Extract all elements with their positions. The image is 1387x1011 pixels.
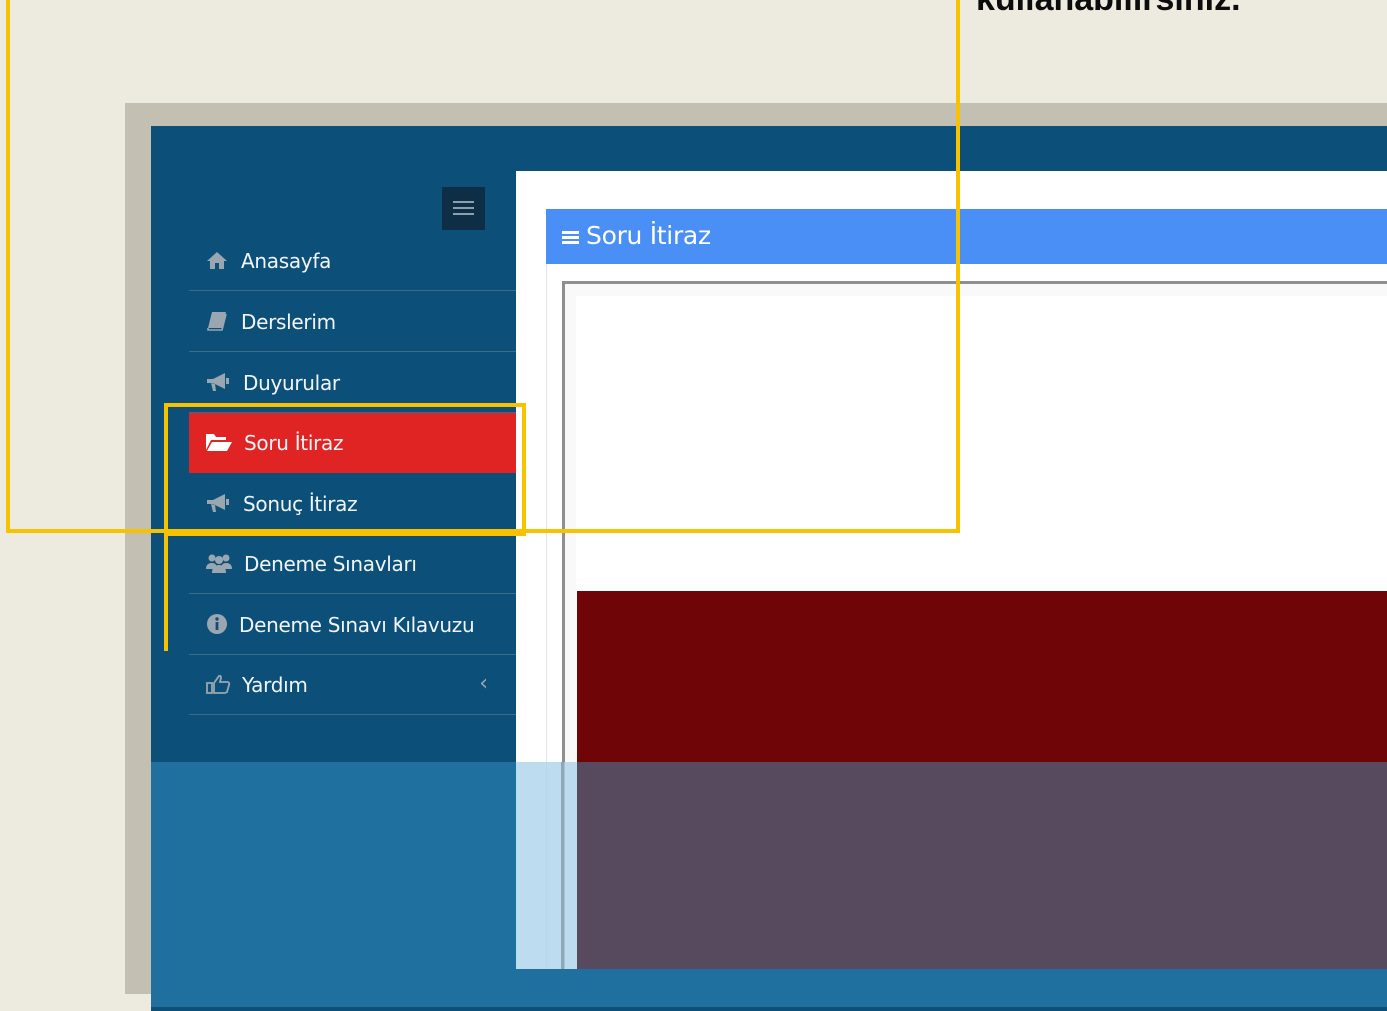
users-icon xyxy=(205,551,232,575)
hand-pointer-icon xyxy=(205,672,231,696)
sidebar-item-deneme-sinavlari[interactable]: Deneme Sınavları xyxy=(189,534,516,594)
caption-text: kullanabilirsiniz. xyxy=(976,0,1241,18)
info-circle-icon xyxy=(205,612,229,636)
sidebar-item-label: Deneme Sınavları xyxy=(244,552,417,576)
bottom-overlay-divider xyxy=(561,762,564,969)
sidebar-item-deneme-sinavi-kilavuzu[interactable]: Deneme Sınavı Kılavuzu xyxy=(189,595,516,655)
bottom-overlay-dark xyxy=(577,762,1387,969)
highlight-connector-line xyxy=(164,532,168,651)
sidebar-item-label: Deneme Sınavı Kılavuzu xyxy=(239,613,475,637)
sidebar-item-yardim[interactable]: Yardım ‹ xyxy=(189,655,516,715)
highlight-menu-box xyxy=(164,403,526,536)
chevron-left-icon[interactable]: ‹ xyxy=(479,673,488,695)
bottom-overlay-light xyxy=(516,762,577,969)
sidebar-item-label: Yardım xyxy=(242,673,308,697)
app-bottom-line xyxy=(151,1007,1387,1009)
